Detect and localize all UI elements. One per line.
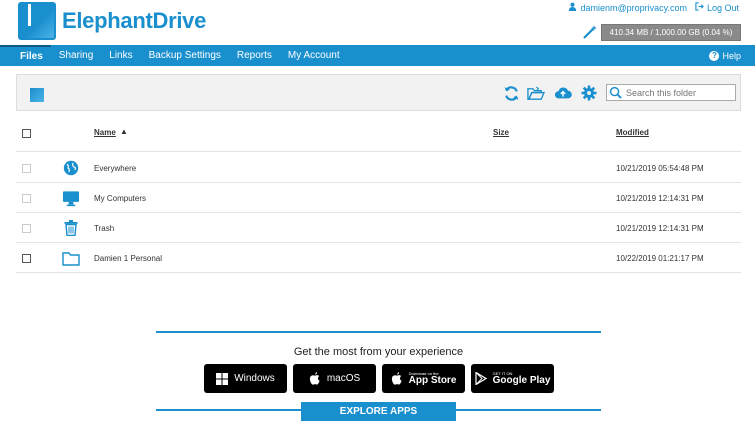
storage-usage-text: 410.34 MB / 1,000.00 GB (0.04 %) bbox=[609, 28, 733, 37]
logout-link[interactable]: Log Out bbox=[695, 2, 739, 13]
current-folder-icon bbox=[30, 88, 44, 102]
row-checkbox[interactable] bbox=[22, 194, 31, 203]
windows-label: Windows bbox=[234, 373, 275, 384]
storage-usage-bar: 410.34 MB / 1,000.00 GB (0.04 %) bbox=[601, 24, 741, 41]
folder-icon bbox=[62, 249, 80, 267]
promo-text: Get the most from your experience bbox=[293, 346, 464, 358]
name-column-label: Name bbox=[94, 128, 116, 137]
trash-icon bbox=[62, 219, 80, 237]
google-play-big-text: Google Play bbox=[492, 374, 551, 386]
size-column-header[interactable]: Size bbox=[493, 128, 509, 137]
help-icon: ? bbox=[709, 50, 720, 61]
name-column-header[interactable]: Name bbox=[94, 128, 116, 137]
row-name[interactable]: Trash bbox=[94, 224, 114, 233]
header: ElephantDrive damienm@proprivacy.com Log… bbox=[0, 0, 755, 45]
row-name[interactable]: Damien 1 Personal bbox=[94, 254, 162, 263]
row-checkbox[interactable] bbox=[22, 164, 31, 173]
select-all-checkbox[interactable] bbox=[22, 129, 31, 138]
row-name[interactable]: Everywhere bbox=[94, 164, 136, 173]
nav-backup-settings[interactable]: Backup Settings bbox=[141, 45, 229, 66]
logout-icon bbox=[695, 2, 704, 13]
table-row[interactable]: Everywhere 10/21/2019 05:54:48 PM bbox=[16, 153, 741, 183]
row-modified: 10/21/2019 12:14:31 PM bbox=[616, 224, 704, 233]
row-name[interactable]: My Computers bbox=[94, 194, 146, 203]
user-icon bbox=[568, 2, 577, 13]
modified-column-header[interactable]: Modified bbox=[616, 128, 649, 137]
app-store-label: Download on the App Store bbox=[408, 371, 457, 386]
search-box bbox=[606, 84, 736, 101]
open-folder-icon[interactable] bbox=[527, 84, 545, 102]
nav-my-account[interactable]: My Account bbox=[280, 45, 348, 66]
row-modified: 10/21/2019 12:14:31 PM bbox=[616, 194, 704, 203]
macos-label: macOS bbox=[326, 373, 361, 384]
help-label: Help bbox=[722, 50, 741, 61]
brand-name: ElephantDrive bbox=[62, 8, 207, 33]
apple-icon bbox=[309, 372, 321, 385]
table-row[interactable]: My Computers 10/21/2019 12:14:31 PM bbox=[16, 183, 741, 213]
row-modified: 10/21/2019 05:54:48 PM bbox=[616, 164, 704, 173]
help-link[interactable]: ? Help bbox=[709, 45, 741, 66]
main-nav: Files Sharing Links Backup Settings Repo… bbox=[0, 45, 755, 66]
google-play-icon bbox=[474, 372, 487, 385]
refresh-icon[interactable] bbox=[502, 84, 520, 102]
file-toolbar bbox=[16, 74, 741, 111]
app-store-button[interactable]: Download on the App Store bbox=[382, 364, 465, 393]
nav-files[interactable]: Files bbox=[0, 45, 51, 66]
user-account-link[interactable]: damienm@proprivacy.com bbox=[568, 2, 687, 13]
gear-icon[interactable] bbox=[580, 84, 598, 102]
file-table-header: Name ▲ Size Modified bbox=[16, 124, 741, 152]
windows-icon bbox=[216, 372, 229, 385]
explore-apps-button[interactable]: EXPLORE APPS bbox=[301, 402, 456, 421]
row-checkbox[interactable] bbox=[22, 224, 31, 233]
logout-label: Log Out bbox=[706, 2, 739, 13]
search-input[interactable] bbox=[626, 87, 734, 98]
user-email: damienm@proprivacy.com bbox=[580, 2, 687, 13]
globe-icon bbox=[62, 159, 80, 177]
row-modified: 10/22/2019 01:21:17 PM bbox=[616, 254, 704, 263]
google-play-label: GET IT ON Google Play bbox=[492, 371, 551, 386]
sort-ascending-icon: ▲ bbox=[120, 127, 128, 136]
elephantdrive-logo-icon bbox=[18, 2, 56, 40]
magic-wand-icon[interactable] bbox=[582, 24, 598, 40]
nav-sharing[interactable]: Sharing bbox=[51, 45, 101, 66]
brand-logo[interactable]: ElephantDrive bbox=[18, 2, 206, 40]
table-row[interactable]: Trash 10/21/2019 12:14:31 PM bbox=[16, 213, 741, 243]
app-store-big-text: App Store bbox=[408, 374, 457, 386]
cloud-upload-icon[interactable] bbox=[554, 84, 572, 102]
nav-links[interactable]: Links bbox=[101, 45, 140, 66]
nav-reports[interactable]: Reports bbox=[229, 45, 280, 66]
macos-app-button[interactable]: macOS bbox=[293, 364, 376, 393]
windows-app-button[interactable]: Windows bbox=[204, 364, 287, 393]
table-row[interactable]: Damien 1 Personal 10/22/2019 01:21:17 PM bbox=[16, 243, 741, 273]
promo-divider-top bbox=[156, 331, 601, 333]
apple-icon bbox=[391, 372, 403, 385]
row-checkbox[interactable] bbox=[22, 254, 31, 263]
search-icon[interactable] bbox=[608, 85, 623, 100]
google-play-button[interactable]: GET IT ON Google Play bbox=[471, 364, 554, 393]
monitor-icon bbox=[62, 189, 80, 207]
